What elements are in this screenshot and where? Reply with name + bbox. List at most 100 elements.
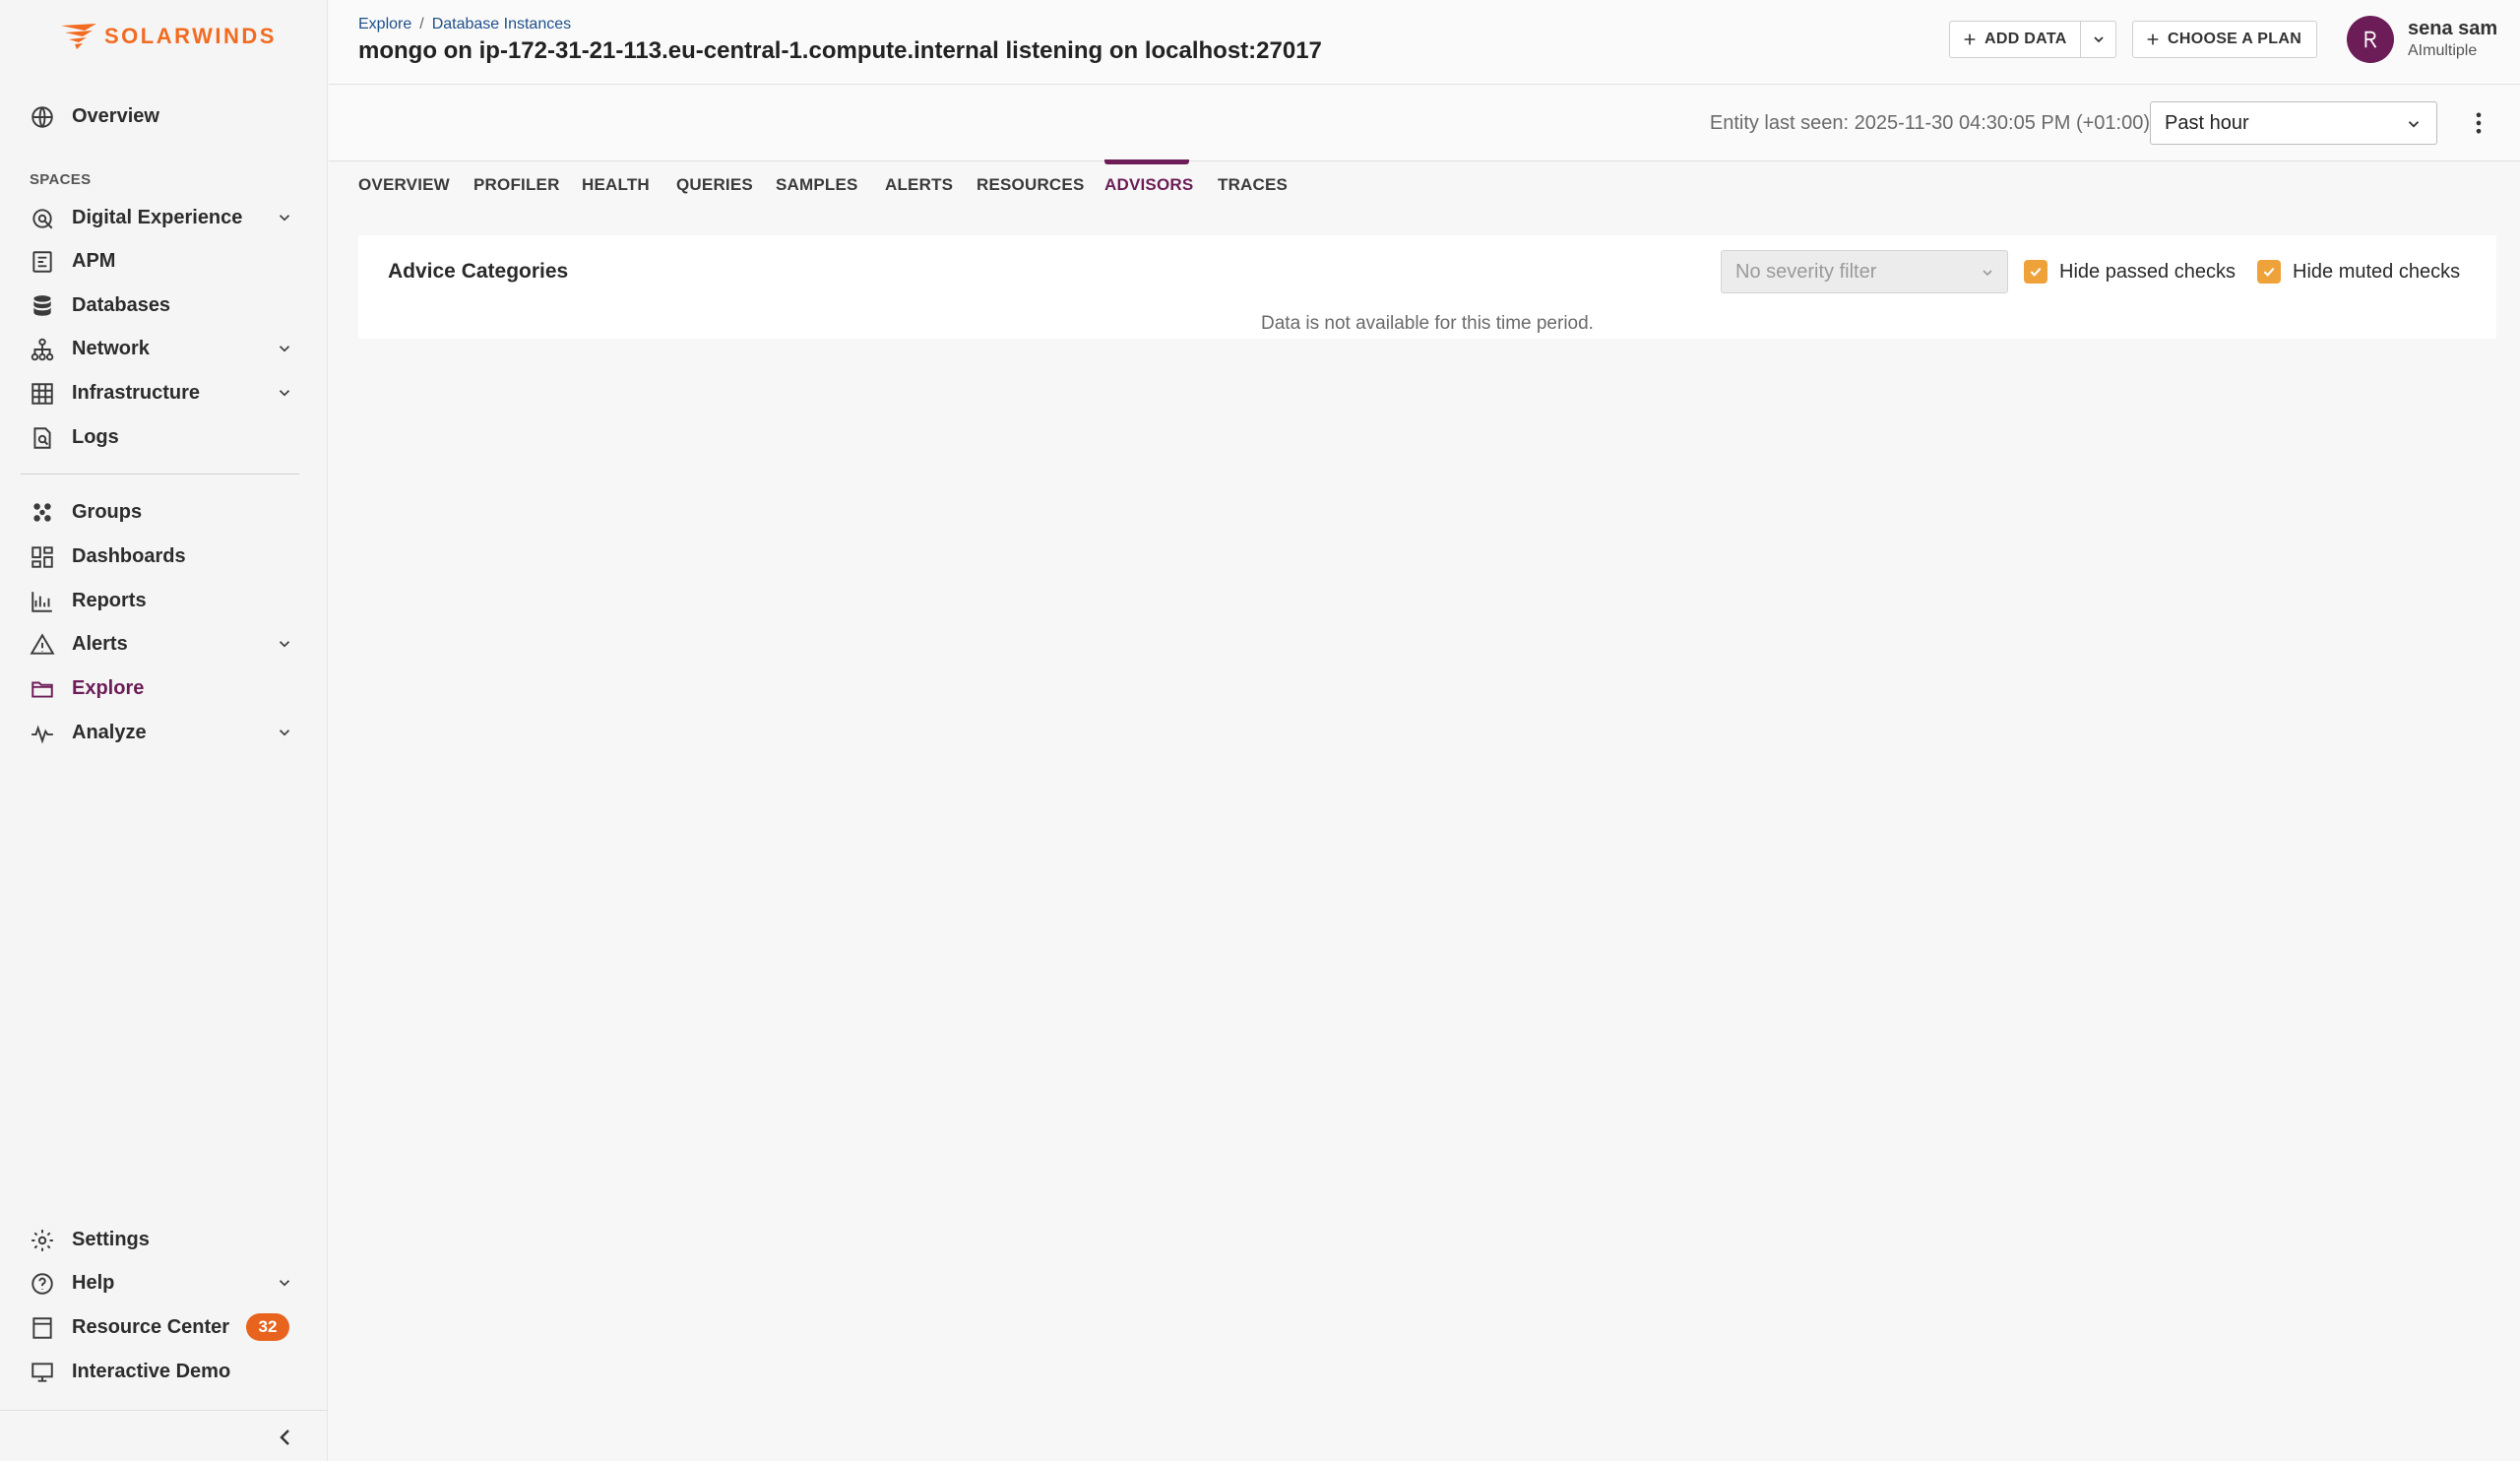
sidebar-item-label: Overview <box>72 104 159 127</box>
add-data-dropdown-button[interactable] <box>2080 21 2116 58</box>
chevron-down-icon <box>279 641 290 648</box>
sidebar-item-digital-experience[interactable]: Digital Experience <box>0 196 328 239</box>
alert-icon <box>30 633 55 655</box>
sidebar-item-label: Help <box>72 1271 115 1294</box>
tab-advisors[interactable]: ADVISORS <box>1104 175 1193 195</box>
hide-muted-checks-label: Hide muted checks <box>2293 260 2461 283</box>
chevron-down-icon <box>279 390 290 397</box>
groups-icon <box>33 503 51 522</box>
hide-muted-checks-checkbox[interactable]: Hide muted checks <box>2257 260 2460 284</box>
entity-toolbar: Entity last seen: 2025-11-30 04:30:05 PM… <box>329 86 2520 161</box>
logs-icon <box>33 427 51 449</box>
tab-health[interactable]: HEALTH <box>582 175 650 195</box>
user-avatar[interactable] <box>2347 16 2394 63</box>
sidebar-item-label: Explore <box>72 676 145 699</box>
severity-filter-select[interactable]: No severity filter <box>1721 250 2008 293</box>
sidebar-divider <box>21 474 299 475</box>
tab-samples[interactable]: SAMPLES <box>776 175 858 195</box>
add-data-label: ADD DATA <box>1984 31 2067 47</box>
analyze-icon <box>32 725 53 744</box>
sidebar-item-dashboards[interactable]: Dashboards <box>0 535 328 578</box>
hide-passed-checks-checkbox[interactable]: Hide passed checks <box>2024 260 2236 284</box>
breadcrumb: Explore / Database Instances <box>358 16 571 33</box>
user-name[interactable]: sena sam <box>2408 18 2497 40</box>
advice-categories-card: Advice Categories No severity filter Hid… <box>358 235 2496 339</box>
sidebar-item-interactive-demo[interactable]: Interactive Demo <box>0 1350 328 1393</box>
sidebar-item-label: Reports <box>72 589 147 611</box>
sidebar-item-infrastructure[interactable]: Infrastructure <box>0 371 328 414</box>
choose-plan-button[interactable]: CHOOSE A PLAN <box>2132 21 2317 58</box>
empty-state-message: Data is not available for this time peri… <box>1261 313 1594 334</box>
breadcrumb-link-explore[interactable]: Explore <box>358 16 411 33</box>
resource-center-count-badge: 32 <box>246 1313 289 1341</box>
choose-plan-label: CHOOSE A PLAN <box>2168 31 2302 47</box>
chevron-down-icon <box>2408 121 2420 128</box>
chevron-down-icon <box>279 215 290 222</box>
tab-alerts[interactable]: ALERTS <box>885 175 953 195</box>
top-header: Explore / Database Instances mongo on ip… <box>329 0 2520 85</box>
sidebar-item-databases[interactable]: Databases <box>0 284 328 327</box>
sidebar-item-reports[interactable]: Reports <box>0 579 328 622</box>
tab-queries[interactable]: QUERIES <box>676 175 753 195</box>
time-range-select[interactable]: Past hour <box>2150 101 2437 145</box>
sidebar-item-resource-center[interactable]: Resource Center 32 <box>0 1305 328 1349</box>
help-icon <box>32 1273 53 1295</box>
sidebar-item-logs[interactable]: Logs <box>0 415 328 459</box>
entity-last-seen: Entity last seen: 2025-11-30 04:30:05 PM… <box>1709 112 2150 134</box>
sidebar-item-label: Resource Center <box>72 1315 230 1338</box>
chevron-down-icon <box>1983 270 1992 277</box>
plus-icon <box>1964 33 1976 45</box>
sidebar-item-overview[interactable]: Overview <box>0 95 328 138</box>
page-title: mongo on ip-172-31-21-113.eu-central-1.c… <box>358 37 1322 64</box>
folder-icon <box>32 681 53 698</box>
tab-profiler[interactable]: PROFILER <box>473 175 560 195</box>
sidebar-item-label: Logs <box>72 425 119 448</box>
sidebar-item-label: Groups <box>72 500 143 523</box>
gear-icon <box>32 1230 53 1251</box>
solarwinds-logo[interactable]: SOLARWINDS <box>59 22 277 51</box>
sidebar-bottom-divider <box>0 1410 328 1411</box>
chevron-down-icon <box>279 346 290 352</box>
sidebar-item-explore[interactable]: Explore <box>0 667 328 710</box>
brand-name: SOLARWINDS <box>104 24 277 48</box>
add-data-button[interactable]: ADD DATA <box>1949 21 2081 58</box>
tab-resources[interactable]: RESOURCES <box>976 175 1085 195</box>
checkmark-icon <box>2263 267 2275 277</box>
sidebar-item-settings[interactable]: Settings <box>0 1218 328 1261</box>
entity-tabs: OVERVIEW PROFILER HEALTH QUERIES SAMPLES… <box>329 159 2520 211</box>
spaces-section-label: SPACES <box>30 171 92 188</box>
breadcrumb-link-database-instances[interactable]: Database Instances <box>432 16 571 33</box>
sidebar-item-label: Databases <box>72 293 171 316</box>
collapse-sidebar-chevron-left-icon[interactable] <box>274 1426 297 1449</box>
chevron-down-icon <box>279 1280 290 1287</box>
checkbox-checked-icon <box>2257 260 2281 284</box>
sidebar: SOLARWINDS Overview SPACES Digital Exper… <box>0 0 328 1461</box>
card-title: Advice Categories <box>388 260 569 283</box>
network-icon <box>31 338 54 361</box>
user-organization: AImultiple <box>2408 42 2478 59</box>
sidebar-item-apm[interactable]: APM <box>0 239 328 283</box>
sidebar-item-help[interactable]: Help <box>0 1261 328 1304</box>
tab-overview[interactable]: OVERVIEW <box>358 175 450 195</box>
digital-experience-icon <box>32 209 53 229</box>
severity-filter-placeholder: No severity filter <box>1735 260 1877 283</box>
sidebar-item-groups[interactable]: Groups <box>0 490 328 534</box>
breadcrumb-separator: / <box>419 16 424 32</box>
tab-traces[interactable]: TRACES <box>1218 175 1288 195</box>
sidebar-item-label: Interactive Demo <box>72 1360 231 1382</box>
time-range-value: Past hour <box>2165 111 2249 134</box>
resource-center-icon <box>32 1317 52 1339</box>
database-icon <box>33 295 51 316</box>
apm-icon <box>32 251 52 273</box>
sidebar-item-alerts[interactable]: Alerts <box>0 622 328 666</box>
more-options-kebab-icon[interactable] <box>2465 109 2492 137</box>
sidebar-item-network[interactable]: Network <box>0 327 328 370</box>
sidebar-item-analyze[interactable]: Analyze <box>0 711 328 754</box>
sidebar-item-label: Settings <box>72 1228 150 1250</box>
globe-icon <box>32 106 53 128</box>
solarwinds-logo-icon <box>61 24 96 49</box>
active-tab-indicator <box>1104 159 1189 164</box>
sidebar-item-label: APM <box>72 249 116 272</box>
dashboards-icon <box>32 546 53 568</box>
checkbox-checked-icon <box>2024 260 2048 284</box>
